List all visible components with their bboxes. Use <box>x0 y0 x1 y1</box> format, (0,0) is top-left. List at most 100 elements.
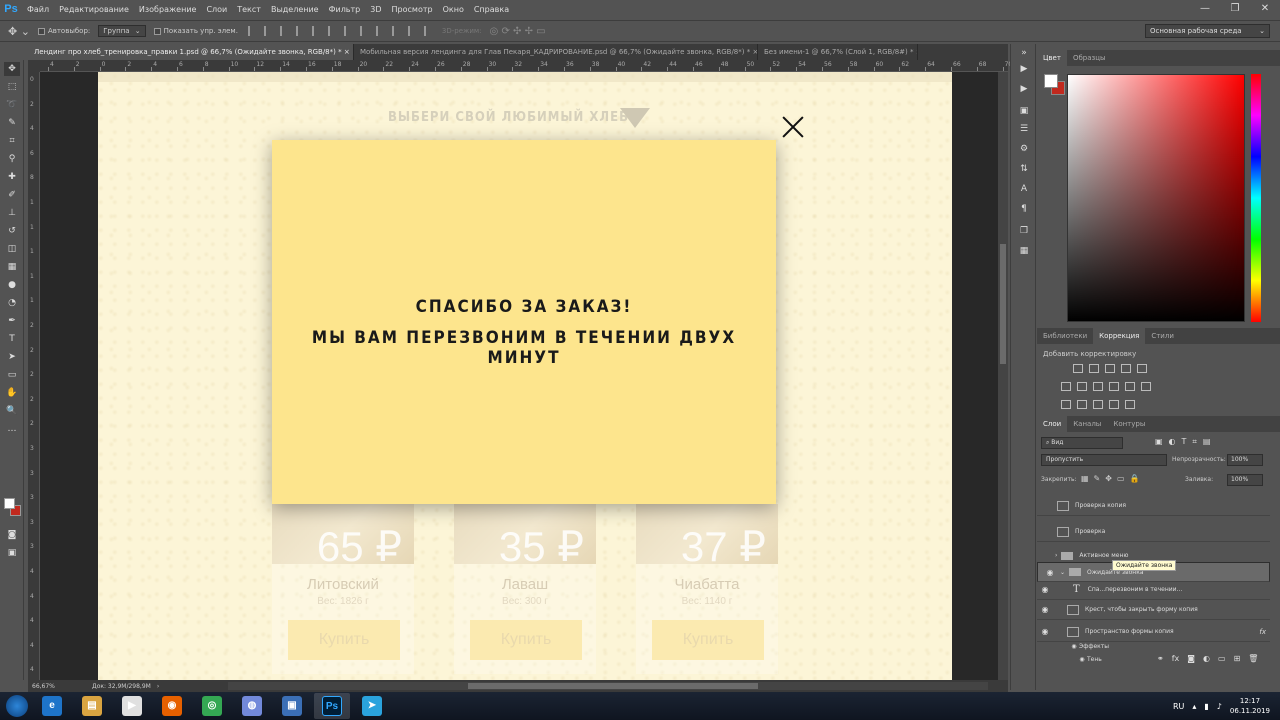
taskbar-firefox-button[interactable]: ◉ <box>154 693 190 719</box>
minimize-icon[interactable]: — <box>1190 0 1220 18</box>
adjust-icon[interactable]: ⇅ <box>1018 164 1030 176</box>
buy-button[interactable]: Купить <box>288 620 400 660</box>
filter-icons[interactable]: ▣◐T⌗▤ <box>1155 437 1217 447</box>
artboard[interactable]: ВЫБЕРИ СВОЙ ЛЮБИМЫЙ ХЛЕБ 65 ₽ Литовский Ве… <box>98 72 952 680</box>
menu-item[interactable]: Редактирование <box>54 5 134 14</box>
crop-tool-icon[interactable]: ⌗ <box>4 134 20 148</box>
zoom-tool-icon[interactable]: 🔍 <box>4 404 20 418</box>
panel-tab[interactable]: Цвет <box>1037 50 1067 66</box>
new-adjustment-icon[interactable]: ◐ <box>1203 654 1210 663</box>
channel-mixer-icon[interactable] <box>1125 382 1135 391</box>
history-brush-tool-icon[interactable]: ↺ <box>4 224 20 238</box>
menu-item[interactable]: Окно <box>438 5 469 14</box>
distribute-hcenter-icon[interactable] <box>407 26 418 36</box>
autoselect-checkbox[interactable] <box>37 27 45 35</box>
collapse-icon[interactable]: » <box>1018 48 1030 60</box>
taskbar-discord-button[interactable]: ◍ <box>234 693 270 719</box>
threshold-icon[interactable] <box>1093 400 1103 409</box>
dodge-tool-icon[interactable]: ◔ <box>4 296 20 310</box>
volume-icon[interactable]: ♪ <box>1217 702 1222 711</box>
opacity-input[interactable]: 100% <box>1227 454 1263 466</box>
fx-icon[interactable]: fx <box>1172 654 1180 663</box>
more-tools-icon[interactable]: … <box>4 422 20 436</box>
delete-layer-icon[interactable]: 🗑 <box>1248 654 1258 663</box>
menu-item[interactable]: Изображение <box>134 5 202 14</box>
align-top-icon[interactable] <box>247 26 258 36</box>
color-balance-icon[interactable] <box>1077 382 1087 391</box>
taskbar-floppy-button[interactable]: ▣ <box>274 693 310 719</box>
layer-kind-filter[interactable]: ⌕ Вид <box>1041 437 1123 449</box>
menu-item[interactable]: Справка <box>469 5 514 14</box>
eraser-tool-icon[interactable]: ◫ <box>4 242 20 256</box>
autoselect-dropdown[interactable]: Группа ⌄ <box>98 25 146 37</box>
language-indicator[interactable]: RU <box>1173 702 1184 711</box>
distribute-right-icon[interactable] <box>423 26 434 36</box>
distribute-bottom-icon[interactable] <box>375 26 386 36</box>
eyedropper-tool-icon[interactable]: ⚲ <box>4 152 20 166</box>
align-left-icon[interactable] <box>295 26 306 36</box>
visibility-eye-icon[interactable]: ◉ <box>1077 656 1087 663</box>
menu-item[interactable]: Фильтр <box>324 5 366 14</box>
distribute-vcenter-icon[interactable] <box>359 26 370 36</box>
align-right-icon[interactable] <box>327 26 338 36</box>
menu-item[interactable]: Выделение <box>266 5 324 14</box>
tab-close-icon[interactable]: × <box>750 48 757 56</box>
new-group-icon[interactable]: ▭ <box>1218 654 1226 663</box>
exposure-icon[interactable] <box>1121 364 1131 373</box>
visibility-eye-icon[interactable]: ◉ <box>1037 585 1053 594</box>
layer-row[interactable]: ◉ T Спа...перезвоним в течении... <box>1037 580 1270 600</box>
layer-row[interactable]: ◉ Пространство формы копия fx <box>1037 622 1270 642</box>
layer-row[interactable]: ◉ Эффекты <box>1037 640 1270 653</box>
clock[interactable]: 12:17 06.11.2019 <box>1230 696 1270 716</box>
bw-icon[interactable] <box>1093 382 1103 391</box>
foreground-color-swatch[interactable] <box>4 498 15 509</box>
panel-tab[interactable]: Образцы <box>1067 50 1112 66</box>
menu-item[interactable]: Слои <box>201 5 232 14</box>
panel-tab[interactable]: Стили <box>1145 328 1180 344</box>
align-hcenter-icon[interactable] <box>311 26 322 36</box>
paragraph-icon[interactable]: ¶ <box>1018 204 1030 216</box>
buy-button[interactable]: Купить <box>652 620 764 660</box>
visibility-eye-icon[interactable]: ◉ <box>1037 605 1053 614</box>
play-icon[interactable]: ▶ <box>1018 84 1030 96</box>
healing-brush-tool-icon[interactable]: ✚ <box>4 170 20 184</box>
lasso-tool-icon[interactable]: ➰ <box>4 98 20 112</box>
vibrance-icon[interactable] <box>1137 364 1147 373</box>
align-vcenter-icon[interactable] <box>263 26 274 36</box>
document-tab[interactable]: Лендинг про хлеб_тренировка_правки 1.psd… <box>28 44 354 60</box>
character-icon[interactable]: A <box>1018 184 1030 196</box>
status-menu-icon[interactable]: › <box>157 683 159 690</box>
canvas-area[interactable]: ВЫБЕРИ СВОЙ ЛЮБИМЫЙ ХЛЕБ 65 ₽ Литовский Ве… <box>40 72 998 680</box>
scroll-thumb[interactable] <box>1000 244 1006 364</box>
show-controls-checkbox[interactable] <box>153 27 161 35</box>
menu-item[interactable]: 3D <box>365 5 386 14</box>
close-icon[interactable]: ✕ <box>1250 0 1280 18</box>
color-lookup-icon[interactable] <box>1141 382 1151 391</box>
clone-stamp-tool-icon[interactable]: ⊥ <box>4 206 20 220</box>
foreground-color-swatch[interactable] <box>1044 74 1058 88</box>
close-modal-icon[interactable] <box>782 116 804 138</box>
taskbar-media-button[interactable]: ▶ <box>114 693 150 719</box>
visibility-eye-icon[interactable]: ◉ <box>1037 551 1053 560</box>
zoom-level[interactable]: 66,67% <box>32 683 72 690</box>
fx-icon[interactable]: fx <box>1259 628 1266 636</box>
network-icon[interactable]: ▮ <box>1204 702 1208 711</box>
posterize-icon[interactable] <box>1077 400 1087 409</box>
add-mask-icon[interactable]: ◙ <box>1187 654 1195 663</box>
lock-icons[interactable]: ▦✎✥▭🔒 <box>1081 474 1144 483</box>
panel-tab[interactable]: Каналы <box>1067 416 1107 432</box>
properties-icon[interactable]: ▦ <box>1018 246 1030 258</box>
menu-item[interactable]: Текст <box>232 5 266 14</box>
distribute-top-icon[interactable] <box>343 26 354 36</box>
canvas-horizontal-scrollbar[interactable] <box>228 682 988 690</box>
distribute-left-icon[interactable] <box>391 26 402 36</box>
visibility-eye-icon[interactable]: ◉ <box>1069 643 1079 650</box>
hue-slider[interactable] <box>1251 74 1261 322</box>
taskbar-ie-button[interactable]: e <box>34 693 70 719</box>
levels-icon[interactable] <box>1089 364 1099 373</box>
document-tab[interactable]: Без имени-1 @ 66,7% (Слой 1, RGB/8#) * × <box>758 44 918 60</box>
brush-settings-icon[interactable]: ☰ <box>1018 124 1030 136</box>
workspace-dropdown[interactable]: Основная рабочая среда ⌄ <box>1145 24 1270 38</box>
taskbar-telegram-button[interactable]: ➤ <box>354 693 390 719</box>
pen-tool-icon[interactable]: ✒ <box>4 314 20 328</box>
